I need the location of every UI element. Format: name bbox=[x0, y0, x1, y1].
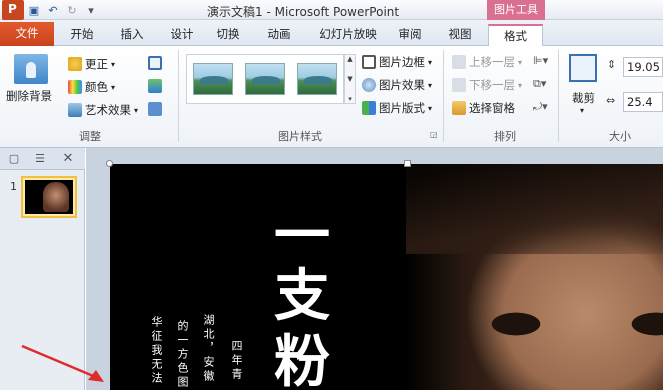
title-char: 一 bbox=[274, 203, 330, 269]
crop-icon[interactable] bbox=[569, 54, 597, 82]
tab-slideshow[interactable]: 幻灯片放映 bbox=[312, 24, 384, 46]
tab-review[interactable]: 审阅 bbox=[390, 24, 430, 46]
sun-icon bbox=[68, 57, 82, 71]
color-swatch-icon bbox=[68, 80, 82, 94]
selection-pane-button[interactable]: 选择窗格 bbox=[452, 100, 515, 116]
compress-pictures-icon[interactable] bbox=[148, 56, 162, 70]
slide-canvas[interactable]: 一 支 粉 华征我无法 的一方色图 湖北，安徽 四年青 bbox=[110, 164, 663, 390]
slide-thumbnail[interactable] bbox=[21, 176, 77, 218]
selection-pane-icon bbox=[452, 101, 466, 115]
poem-line: 湖北，安徽 bbox=[202, 314, 215, 384]
scroll-down-icon[interactable]: ▼ bbox=[347, 75, 352, 83]
ribbon: 删除背景 更正 ▾ 颜色 ▾ 艺术效果 ▾ 调整 ▲ ▼ ▾ 图片边框 ▾ 图片效果 ▾ … bbox=[0, 46, 663, 148]
resize-handle[interactable] bbox=[106, 160, 113, 167]
picture-tools-context-label: 图片工具 bbox=[487, 0, 545, 20]
title-char: 粉 bbox=[274, 329, 330, 390]
title-char: 支 bbox=[274, 263, 330, 329]
window-title: 演示文稿1 - Microsoft PowerPoint bbox=[207, 5, 400, 19]
group-icon[interactable]: ⧉▾ bbox=[533, 77, 546, 91]
reset-picture-icon[interactable] bbox=[148, 102, 162, 116]
picture-layout-button[interactable]: 图片版式 ▾ bbox=[362, 100, 432, 116]
picture-style-thumb[interactable] bbox=[245, 63, 285, 95]
slide-editor: 一 支 粉 华征我无法 的一方色图 湖北，安徽 四年青 bbox=[86, 148, 663, 390]
picture-styles-group-label: 图片样式 bbox=[278, 130, 322, 143]
adjust-group-label: 调整 bbox=[79, 130, 101, 143]
redo-icon[interactable]: ↻ bbox=[64, 2, 80, 18]
ribbon-tabs: 文件 开始 插入 设计 切换 动画 幻灯片放映 审阅 视图 格式 bbox=[0, 20, 663, 46]
pane-tabs: ▢ ☰ ✕ bbox=[0, 148, 85, 170]
tab-view[interactable]: 视图 bbox=[440, 24, 480, 46]
tab-home[interactable]: 开始 bbox=[62, 24, 102, 46]
dialog-launcher-icon[interactable]: ◲ bbox=[430, 130, 438, 139]
poem-line: 四年青 bbox=[230, 340, 243, 382]
group-divider bbox=[178, 50, 179, 142]
artistic-effects-icon bbox=[68, 103, 82, 117]
remove-background-icon[interactable] bbox=[14, 54, 48, 84]
picture-effects-icon bbox=[362, 78, 376, 92]
picture-style-thumb[interactable] bbox=[297, 63, 337, 95]
powerpoint-logo-icon[interactable] bbox=[2, 0, 24, 20]
tab-file[interactable]: 文件 bbox=[0, 22, 54, 46]
tab-transitions[interactable]: 切换 bbox=[208, 24, 248, 46]
pencil-border-icon bbox=[362, 55, 376, 69]
picture-effects-button[interactable]: 图片效果 ▾ bbox=[362, 77, 432, 93]
photo-hair-shade bbox=[406, 164, 663, 254]
scroll-up-icon[interactable]: ▲ bbox=[347, 55, 352, 63]
crop-dropdown-icon[interactable]: ▾ bbox=[580, 106, 584, 115]
tab-insert[interactable]: 插入 bbox=[112, 24, 152, 46]
annotation-arrow bbox=[21, 344, 104, 382]
width-field[interactable]: 25.4 bbox=[623, 92, 663, 112]
width-icon: ⇔ bbox=[606, 94, 616, 107]
corrections-button[interactable]: 更正 ▾ bbox=[68, 56, 115, 72]
resize-handle[interactable] bbox=[404, 160, 411, 167]
poem-line: 华征我无法 bbox=[150, 316, 163, 386]
quick-access-toolbar: ▣ ↶ ↻ ▾ bbox=[26, 1, 99, 19]
bring-forward-button[interactable]: 上移一层 ▾ bbox=[452, 54, 522, 70]
remove-background-button[interactable]: 删除背景 bbox=[6, 88, 52, 104]
close-icon[interactable]: ✕ bbox=[60, 151, 76, 167]
title-bar: ▣ ↶ ↻ ▾ 演示文稿1 - Microsoft PowerPoint 图片工… bbox=[0, 0, 663, 20]
tab-design[interactable]: 设计 bbox=[162, 24, 202, 46]
artistic-effects-button[interactable]: 艺术效果 ▾ bbox=[68, 102, 138, 118]
gallery-scroll[interactable]: ▲ ▼ ▾ bbox=[344, 54, 356, 104]
send-backward-icon bbox=[452, 78, 466, 92]
customize-qat-icon[interactable]: ▾ bbox=[83, 2, 99, 18]
slide-number: 1 bbox=[10, 180, 17, 193]
picture-style-thumb[interactable] bbox=[193, 63, 233, 95]
picture-styles-gallery[interactable] bbox=[186, 54, 344, 104]
group-divider bbox=[443, 50, 444, 142]
color-button[interactable]: 颜色 ▾ bbox=[68, 79, 115, 95]
poem-line: 的一方色图 bbox=[176, 320, 189, 390]
send-backward-button[interactable]: 下移一层 ▾ bbox=[452, 77, 522, 93]
undo-icon[interactable]: ↶ bbox=[45, 2, 61, 18]
slide-thumbnail-image bbox=[25, 180, 73, 214]
picture-layout-icon bbox=[362, 101, 376, 115]
tab-animations[interactable]: 动画 bbox=[259, 24, 299, 46]
slides-tab-icon[interactable]: ▢ bbox=[6, 151, 22, 167]
rotate-icon[interactable]: ⤾▾ bbox=[533, 100, 548, 114]
outline-tab-icon[interactable]: ☰ bbox=[32, 151, 48, 167]
height-field[interactable]: 19.05 bbox=[623, 57, 663, 77]
gallery-more-icon[interactable]: ▾ bbox=[348, 95, 352, 103]
bring-forward-icon bbox=[452, 55, 466, 69]
picture-border-button[interactable]: 图片边框 ▾ bbox=[362, 54, 432, 70]
align-icon[interactable]: ⊫▾ bbox=[533, 54, 548, 67]
height-icon: ⇕ bbox=[607, 58, 617, 71]
save-icon[interactable]: ▣ bbox=[26, 2, 42, 18]
size-group-label: 大小 bbox=[609, 130, 631, 143]
group-divider bbox=[558, 50, 559, 142]
tab-format[interactable]: 格式 bbox=[488, 24, 543, 46]
arrange-group-label: 排列 bbox=[494, 130, 516, 143]
crop-button[interactable]: 裁剪 bbox=[572, 90, 595, 106]
change-picture-icon[interactable] bbox=[148, 79, 162, 93]
